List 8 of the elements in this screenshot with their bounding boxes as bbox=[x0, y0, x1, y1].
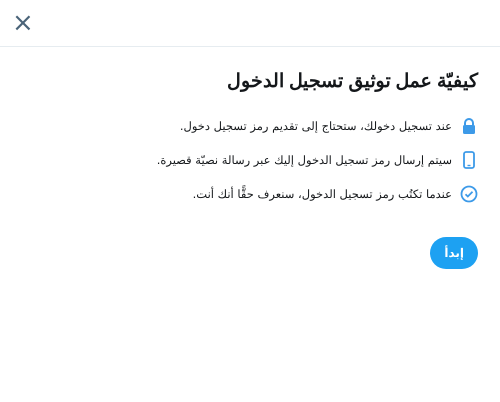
step-text: عندما تكتُب رمز تسجيل الدخول، سنعرف حقًّا أنك أنت. bbox=[192, 187, 452, 201]
step-text: سيتم إرسال رمز تسجيل الدخول إليك عبر رسالة نصيّة قصيرة. bbox=[156, 153, 452, 167]
dialog-title: كيفيّة عمل توثيق تسجيل الدخول bbox=[226, 70, 478, 93]
close-button[interactable]: × bbox=[6, 10, 40, 36]
lock-icon bbox=[460, 117, 478, 135]
phone-icon bbox=[460, 151, 478, 169]
step-text: عند تسجيل دخولك، ستحتاج إلى تقديم رمز تسجيل دخول. bbox=[180, 119, 452, 133]
check-circle-icon bbox=[460, 185, 478, 203]
